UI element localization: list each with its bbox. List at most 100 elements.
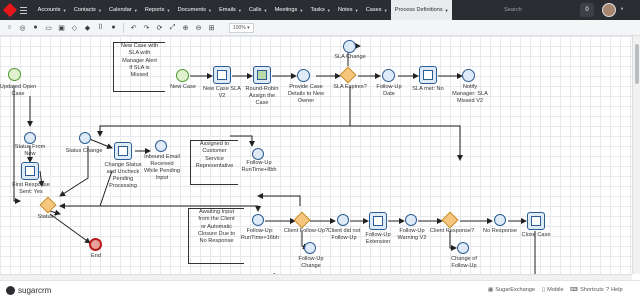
sugar-cube-logo[interactable] bbox=[0, 0, 20, 20]
keyboard-icon: ⌨ bbox=[570, 287, 579, 293]
label-round-robin: Round-Robin Assign the Case bbox=[245, 86, 279, 106]
label-no-response: No Response bbox=[483, 228, 517, 234]
data-icon[interactable]: ◆ bbox=[82, 22, 93, 33]
vertical-scroll-thumb[interactable] bbox=[635, 44, 639, 84]
nav-item-contacts[interactable]: Contacts ▼ bbox=[70, 0, 105, 20]
task-follow-up-extension[interactable] bbox=[369, 212, 387, 230]
task-close-case[interactable] bbox=[527, 212, 545, 230]
label-follow-up-change: Follow-Up Change bbox=[298, 256, 324, 269]
task-sla-met-no[interactable] bbox=[419, 66, 437, 84]
footer-sugarexchange[interactable]: ▦ SugarExchange bbox=[488, 287, 535, 293]
annotation-new-case-sla[interactable]: New Case with SLA with Manager Alert if … bbox=[113, 42, 165, 92]
annotation-icon[interactable]: ⌷ bbox=[95, 22, 106, 33]
footer-shortcuts[interactable]: ⌨ Shortcuts bbox=[570, 287, 604, 293]
nav-item-emails[interactable]: Emails ▼ bbox=[215, 0, 245, 20]
label-inbound-email: Inbound Email Received While Pending Inp… bbox=[143, 154, 181, 181]
task-new-case-sla[interactable] bbox=[213, 66, 231, 84]
vertical-scrollbar[interactable] bbox=[632, 36, 640, 274]
label-sla-met-no: SLA met: No bbox=[412, 86, 444, 92]
label-status-from-new: Status From New bbox=[14, 144, 46, 157]
label-change-status: Change Status and Uncheck Pending Proces… bbox=[104, 162, 142, 189]
intermediate-event-icon[interactable]: ◎ bbox=[17, 22, 28, 33]
gateway-icon[interactable]: ◇ bbox=[69, 22, 80, 33]
event-status-change[interactable] bbox=[79, 132, 91, 144]
label-sla-change: SLA Change bbox=[334, 54, 366, 60]
end-event-icon[interactable]: ● bbox=[30, 22, 41, 33]
notifications-button[interactable]: 0 bbox=[580, 3, 594, 17]
user-menu-caret-icon[interactable]: ▼ bbox=[620, 6, 624, 11]
global-search-input[interactable]: Search bbox=[500, 4, 570, 16]
timer-follow-up-16bh[interactable] bbox=[252, 214, 264, 226]
message-provide-details[interactable] bbox=[297, 69, 310, 82]
notification-count: 0 bbox=[585, 7, 589, 13]
label-follow-up-extension: Follow-Up Extension bbox=[365, 232, 391, 245]
zoom-out-icon[interactable]: ⊖ bbox=[193, 22, 204, 33]
label-status: Status? bbox=[37, 214, 57, 220]
footer-help[interactable]: ? Help bbox=[606, 287, 623, 293]
exchange-icon: ▦ bbox=[488, 287, 494, 293]
nav-item-reports[interactable]: Reports ▼ bbox=[141, 0, 174, 20]
label-new-case: New Case bbox=[170, 84, 196, 90]
label-end: End bbox=[91, 253, 101, 259]
start-event-icon[interactable]: ○ bbox=[4, 22, 15, 33]
timer-follow-up-date[interactable] bbox=[382, 69, 395, 82]
subprocess-icon[interactable]: ▣ bbox=[56, 22, 67, 33]
nav-item-calendar[interactable]: Calendar ▼ bbox=[105, 0, 141, 20]
process-canvas[interactable]: New Case with SLA with Manager Alert if … bbox=[0, 36, 632, 274]
event-follow-up-warning[interactable] bbox=[405, 214, 417, 226]
sugarcrm-brand[interactable]: sugarcrm bbox=[6, 286, 51, 295]
annotation-awaiting-input[interactable]: Awaiting Input from the Client or Automa… bbox=[188, 208, 244, 264]
annotation-assigned-csr[interactable]: Assigned to Customer Service Representat… bbox=[190, 140, 238, 185]
event-sla-change[interactable] bbox=[343, 40, 356, 53]
label-follow-up-8bh: Follow-Up RunTime+8bh bbox=[241, 160, 277, 173]
help-icon: ? bbox=[606, 287, 610, 293]
nav-item-calls[interactable]: Calls ▼ bbox=[245, 0, 271, 20]
nav-item-process-definitions[interactable]: Process Definitions ▼ bbox=[391, 0, 453, 20]
mobile-icon: ▯ bbox=[542, 287, 546, 293]
start-event-updated-open-case[interactable] bbox=[8, 68, 21, 81]
zoom-in-icon[interactable]: ⊕ bbox=[180, 22, 191, 33]
event-no-response[interactable] bbox=[494, 214, 506, 226]
event-notify-manager[interactable] bbox=[462, 69, 475, 82]
grid-icon[interactable]: ⊞ bbox=[206, 22, 217, 33]
zoom-select[interactable]: 100% ▾ bbox=[229, 22, 254, 33]
task-change-status[interactable] bbox=[114, 142, 132, 160]
event-follow-up-change[interactable] bbox=[304, 242, 316, 254]
event-status-from-new[interactable] bbox=[24, 132, 36, 144]
start-event-new-case[interactable] bbox=[176, 69, 189, 82]
label-updated-open-case: Updated Open Case bbox=[0, 84, 37, 97]
nav-item-cases[interactable]: Cases ▼ bbox=[362, 0, 391, 20]
nav-item-notes[interactable]: Notes ▼ bbox=[334, 0, 362, 20]
nav-item-meetings[interactable]: Meetings ▼ bbox=[271, 0, 307, 20]
event-change-of-follow-up[interactable] bbox=[457, 242, 469, 254]
label-client-response: Client Response? bbox=[429, 228, 475, 234]
label-provide-details: Provide Case Details to New Owner bbox=[287, 84, 325, 104]
label-first-response: First Response Sent: Yes bbox=[12, 182, 50, 195]
footer-mobile[interactable]: ▯ Mobile bbox=[542, 287, 564, 293]
timer-client-did-not[interactable] bbox=[337, 214, 349, 226]
designer-toolbar: ○ ◎ ● ▭ ▣ ◇ ◆ ⌷ ● ↶ ↷ ⟳ ⤢ ⊕ ⊖ ⊞ 100% ▾ bbox=[0, 20, 640, 36]
redo-icon[interactable]: ↷ bbox=[141, 22, 152, 33]
user-avatar[interactable] bbox=[602, 3, 616, 17]
footer: sugarcrm ▦ SugarExchange ▯ Mobile ⌨ Shortcu… bbox=[0, 280, 640, 300]
comment-icon[interactable]: ● bbox=[108, 22, 119, 33]
end-event[interactable] bbox=[89, 238, 102, 251]
timer-follow-up-8bh[interactable] bbox=[252, 148, 264, 160]
nav-item-documents[interactable]: Documents ▼ bbox=[174, 0, 215, 20]
task-round-robin[interactable] bbox=[253, 66, 271, 84]
event-inbound-email[interactable] bbox=[155, 140, 167, 152]
label-follow-up-16bh: Follow-Up: RunTime+16bh bbox=[240, 228, 280, 241]
nav-item-tasks[interactable]: Tasks ▼ bbox=[307, 0, 334, 20]
menu-icon[interactable] bbox=[20, 0, 30, 20]
nav-item-accounts[interactable]: Accounts ▼ bbox=[34, 0, 70, 20]
task-icon[interactable]: ▭ bbox=[43, 22, 54, 33]
task-first-response[interactable] bbox=[21, 162, 39, 180]
fit-icon[interactable]: ⤢ bbox=[167, 22, 178, 33]
undo-icon[interactable]: ↶ bbox=[128, 22, 139, 33]
label-sla-expires: SLA Expires? bbox=[333, 84, 367, 90]
sugar-logo-icon bbox=[6, 286, 15, 295]
label-close-case: Close Case bbox=[521, 232, 551, 238]
refresh-icon[interactable]: ⟳ bbox=[154, 22, 165, 33]
label-new-case-sla: New Case SLA V2 bbox=[203, 86, 241, 99]
label-notify-manager: Notify Manager: SLA Missed V2 bbox=[452, 84, 488, 104]
